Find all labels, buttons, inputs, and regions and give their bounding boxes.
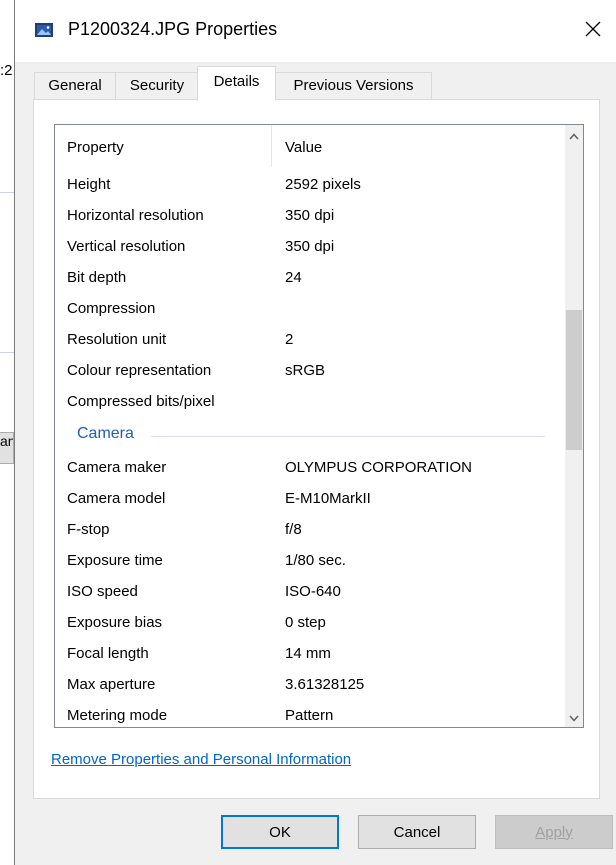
tab-general[interactable]: General [34,72,116,99]
apply-button[interactable]: Apply [495,815,613,849]
list-item[interactable]: Metering mode Pattern [55,701,565,727]
list-header: Property Value [55,125,565,170]
vertical-scrollbar[interactable] [565,125,583,727]
list-item[interactable]: Focal length 14 mm [55,639,565,670]
list-item[interactable]: Max aperture 3.61328125 [55,670,565,701]
cancel-button[interactable]: Cancel [358,815,476,849]
list-item[interactable]: Vertical resolution 350 dpi [55,232,565,263]
title-bar[interactable]: P1200324.JPG Properties [15,0,616,62]
group-divider [151,436,545,437]
background-divider [0,352,14,353]
close-icon [585,21,601,41]
list-item[interactable]: Resolution unit 2 [55,325,565,356]
group-label: Camera [77,425,134,442]
list-item[interactable]: Compressed bits/pixel [55,387,565,418]
chevron-up-icon [569,127,579,144]
list-item[interactable]: Camera maker OLYMPUS CORPORATION [55,453,565,484]
background-divider [0,192,14,193]
image-file-icon [34,22,54,38]
close-button[interactable] [570,0,616,62]
list-item[interactable]: F-stop f/8 [55,515,565,546]
list-item[interactable]: Colour representation sRGB [55,356,565,387]
list-item[interactable]: ISO speed ISO-640 [55,577,565,608]
column-header-value[interactable]: Value [285,139,322,156]
scrollbar-thumb[interactable] [566,310,582,450]
tab-details[interactable]: Details [197,66,276,101]
list-item[interactable]: Bit depth 24 [55,263,565,294]
list-item[interactable]: Camera model E-M10MarkII [55,484,565,515]
scroll-down-button[interactable] [565,707,583,727]
group-heading-camera: Camera [55,420,565,451]
tab-previous-versions[interactable]: Previous Versions [275,72,432,99]
scroll-up-button[interactable] [565,125,583,145]
background-text-fragment: :2 [0,62,13,79]
chevron-down-icon [569,709,579,726]
column-header-property[interactable]: Property [67,139,124,156]
background-window: :2 an [0,0,14,865]
list-item[interactable]: Compression [55,294,565,325]
details-panel: Property Value Height 2592 pixels Horizon… [33,99,600,799]
properties-dialog: P1200324.JPG Properties General Security… [14,0,616,865]
property-list[interactable]: Property Value Height 2592 pixels Horizon… [54,124,584,728]
list-item[interactable]: Exposure time 1/80 sec. [55,546,565,577]
list-item[interactable]: Exposure bias 0 step [55,608,565,639]
tab-security[interactable]: Security [115,72,199,99]
column-separator[interactable] [271,125,272,167]
background-button[interactable]: an [0,432,14,464]
dialog-title: P1200324.JPG Properties [68,19,278,39]
remove-properties-link[interactable]: Remove Properties and Personal Informati… [51,751,351,768]
list-item[interactable]: Horizontal resolution 350 dpi [55,201,565,232]
ok-button[interactable]: OK [221,815,339,849]
list-item[interactable]: Height 2592 pixels [55,170,565,201]
